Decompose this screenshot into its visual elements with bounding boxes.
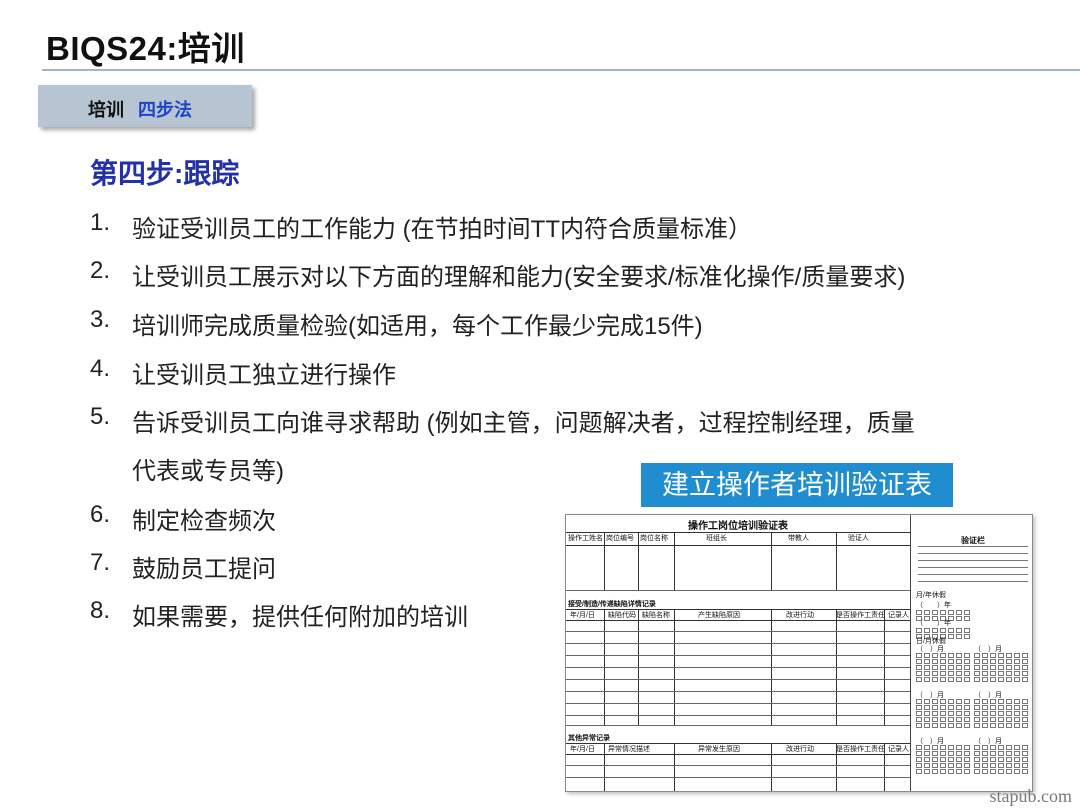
list-number: 5.	[90, 403, 111, 430]
section-header-row: 年/月/日 异常情况描述 异常发生原因 改进行动 是否操作工责任 记录人	[566, 743, 910, 755]
tab-label-four-steps: 四步法	[138, 100, 192, 120]
header-cell: 岗位名称	[640, 535, 668, 542]
section-tab: 培训 四步法	[38, 85, 252, 127]
list-number: 6.	[90, 501, 111, 528]
step-heading: 第四步:跟踪	[90, 158, 240, 189]
training-verification-form: 操作工岗位培训验证表 操作工姓名 岗位编号 岗位名称 班组长 带教人 验证人 接…	[565, 514, 1033, 792]
form-header-row: 操作工姓名 岗位编号 岗位名称 班组长 带教人 验证人	[566, 532, 910, 546]
list-text: 让受训员工独立进行操作	[132, 362, 396, 389]
column-header: 改进行动	[786, 746, 814, 753]
column-header: 异常发生原因	[698, 746, 740, 753]
list-text: 制定检查频次	[132, 508, 276, 535]
verification-column: 验证栏 月/年休假 （ ）年 （ ）年 日/月休假 （ ）月 （ ）月 （ ）月…	[914, 515, 1032, 791]
form-banner: 建立操作者培训验证表	[641, 463, 953, 507]
page-title: BIQS24:培训	[46, 30, 245, 67]
list-text: 如果需要，提供任何附加的培训	[132, 604, 468, 631]
column-header: 是否操作工责任	[836, 612, 885, 619]
verify-label: （ ）年	[916, 620, 951, 627]
verify-cells	[974, 653, 1029, 682]
verify-cells	[974, 745, 1029, 774]
header-cell: 验证人	[848, 535, 869, 542]
form-title: 操作工岗位培训验证表	[688, 521, 788, 532]
list-text: 鼓励员工提问	[132, 556, 276, 583]
list-text: 验证受训员工的工作能力 (在节拍时间TT内符合质量标准）	[132, 216, 752, 243]
column-header: 产生缺陷原因	[698, 612, 740, 619]
list-number: 8.	[90, 597, 111, 624]
tab-label-training: 培训	[88, 100, 124, 120]
column-header: 缺陷名称	[642, 612, 670, 619]
column-header: 年/月/日	[570, 746, 595, 753]
list-number: 7.	[90, 549, 111, 576]
column-header: 是否操作工责任	[836, 746, 885, 753]
column-header: 异常情况描述	[608, 746, 650, 753]
header-cell: 带教人	[788, 535, 809, 542]
form-main-table: 操作工岗位培训验证表 操作工姓名 岗位编号 岗位名称 班组长 带教人 验证人 接…	[566, 515, 911, 791]
verify-label: （ ）年	[916, 602, 951, 609]
verify-notes	[918, 546, 1028, 582]
list-text: 代表或专员等)	[132, 458, 284, 485]
verify-cells	[974, 699, 1029, 728]
verify-title: 验证栏	[961, 536, 985, 545]
watermark: stapub.com	[989, 786, 1073, 806]
header-cell: 操作工姓名	[568, 535, 603, 542]
list-text: 培训师完成质量检验(如适用，每个工作最少完成15件)	[132, 313, 703, 340]
list-text: 让受训员工展示对以下方面的理解和能力(安全要求/标准化操作/质量要求)	[132, 264, 906, 291]
section-header-row: 年/月/日 缺陷代码 缺陷名称 产生缺陷原因 改进行动 是否操作工责任 记录人	[566, 609, 910, 621]
list-number: 2.	[90, 257, 111, 284]
verify-cells	[916, 653, 971, 682]
section-title: 接受/制造/传递缺陷详情记录	[568, 601, 656, 608]
header-cell: 岗位编号	[606, 535, 634, 542]
list-number: 3.	[90, 306, 111, 333]
column-header: 年/月/日	[570, 612, 595, 619]
list-number: 1.	[90, 209, 111, 236]
column-header: 记录人	[888, 746, 909, 753]
column-header: 改进行动	[786, 612, 814, 619]
column-header: 缺陷代码	[608, 612, 636, 619]
verify-cells	[916, 699, 971, 728]
list-text: 告诉受训员工向谁寻求帮助 (例如主管，问题解决者，过程控制经理，质量	[132, 410, 915, 437]
header-cell: 班组长	[706, 535, 727, 542]
column-header: 记录人	[888, 612, 909, 619]
verify-label: 月/年休假	[916, 592, 946, 599]
list-number: 4.	[90, 355, 111, 382]
title-divider	[42, 69, 1080, 71]
section-title: 其他异常记录	[568, 735, 610, 742]
verify-cells	[916, 745, 971, 774]
